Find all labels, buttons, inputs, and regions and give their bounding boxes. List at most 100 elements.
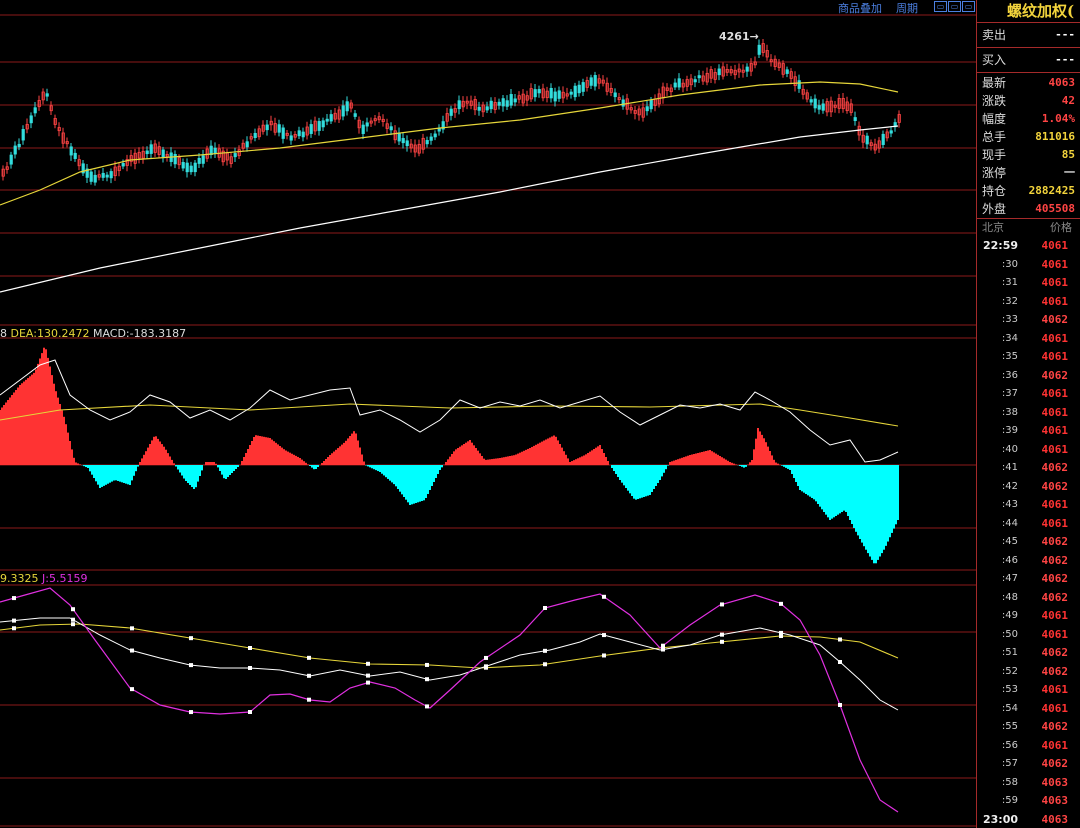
- tick-row[interactable]: :47 4062: [977, 570, 1080, 589]
- stat-row: 总手 811016: [977, 128, 1080, 146]
- candle-body: [29, 115, 33, 124]
- tick-row[interactable]: :56 4061: [977, 737, 1080, 756]
- kdj-point: [425, 662, 429, 667]
- kdj-point: [838, 637, 842, 642]
- tick-row[interactable]: :44 4061: [977, 515, 1080, 534]
- tick-row[interactable]: :48 4062: [977, 589, 1080, 608]
- kdj-point: [130, 687, 134, 692]
- tick-time: :54: [1001, 702, 1018, 714]
- kdj-point: [71, 622, 75, 627]
- candle-body: [173, 153, 177, 165]
- tick-row[interactable]: :45 4062: [977, 533, 1080, 552]
- candle-body: [321, 120, 325, 128]
- tick-time: :59: [1001, 795, 1018, 806]
- tick-time: :31: [1001, 277, 1018, 288]
- kdj-point: [720, 602, 724, 607]
- tick-row[interactable]: :54 4061: [977, 700, 1080, 719]
- candle-body: [9, 154, 13, 165]
- tick-price: 4062: [1041, 313, 1069, 326]
- tick-price: 4061: [1041, 738, 1069, 752]
- tick-row[interactable]: :38 4061: [977, 404, 1080, 423]
- tick-row[interactable]: :43 4061: [977, 496, 1080, 515]
- tick-row[interactable]: :53 4061: [977, 681, 1080, 700]
- kdj-point: [366, 680, 370, 685]
- ticks-header: 北京 价格: [977, 219, 1080, 237]
- candle-body: [817, 105, 821, 110]
- tick-row[interactable]: :31 4061: [977, 274, 1080, 293]
- ask-label: 卖出: [982, 28, 1007, 42]
- tick-row[interactable]: :59 4063: [977, 792, 1080, 811]
- kdj-point: [543, 606, 547, 610]
- tick-row[interactable]: :39 4061: [977, 422, 1080, 441]
- candle-body: [181, 162, 185, 169]
- tick-row[interactable]: :37 4061: [977, 385, 1080, 404]
- bid-value: ---: [1055, 53, 1075, 66]
- tick-row[interactable]: :35 4061: [977, 348, 1080, 367]
- tick-row[interactable]: :50 4061: [977, 626, 1080, 645]
- tick-price: 4061: [1041, 683, 1069, 696]
- stat-value: 85: [1061, 148, 1075, 161]
- tick-row[interactable]: :57 4062: [977, 755, 1080, 774]
- tick-row[interactable]: :36 4062: [977, 367, 1080, 386]
- candle-body: [33, 107, 37, 114]
- tick-price: 4061: [1041, 387, 1069, 400]
- kdj-point: [720, 639, 724, 644]
- tick-price: 4062: [1041, 461, 1069, 474]
- tick-price: 4061: [1041, 701, 1069, 715]
- tick-time: :41: [1001, 462, 1018, 473]
- stat-row: 最新 4063: [977, 74, 1080, 92]
- candle-body: [13, 145, 17, 155]
- tick-row[interactable]: :49 4061: [977, 607, 1080, 626]
- candle-body: [813, 98, 817, 109]
- candle-body: [401, 138, 405, 144]
- tick-price: 4061: [1041, 442, 1069, 456]
- candle-body: [209, 145, 213, 156]
- chart-canvas[interactable]: [0, 0, 976, 828]
- tick-row[interactable]: :34 4061: [977, 330, 1080, 349]
- tick-time: :48: [1001, 591, 1018, 603]
- tick-row[interactable]: :58 4063: [977, 774, 1080, 793]
- tick-row[interactable]: :52 4062: [977, 663, 1080, 682]
- kdj-point: [484, 665, 488, 670]
- tick-price: 4062: [1041, 720, 1069, 733]
- tick-row[interactable]: :55 4062: [977, 718, 1080, 737]
- tick-price: 4061: [1041, 405, 1069, 419]
- tick-row[interactable]: :33 4062: [977, 311, 1080, 330]
- tick-row[interactable]: :40 4061: [977, 441, 1080, 460]
- stat-row: 涨跌 42: [977, 92, 1080, 110]
- tick-row[interactable]: 23:00 4063: [977, 811, 1080, 828]
- kdj-point: [71, 607, 75, 612]
- overlay-link[interactable]: 商品叠加: [838, 0, 882, 16]
- kdj-point: [838, 703, 842, 707]
- tick-row[interactable]: :30 4061: [977, 256, 1080, 275]
- candle-body: [677, 78, 681, 88]
- period-link[interactable]: 周期: [896, 0, 918, 16]
- window-button-2[interactable]: ▭: [948, 1, 961, 12]
- bid-label: 买入: [982, 53, 1007, 67]
- stat-label: 涨跌: [982, 94, 1007, 108]
- stat-value: 4063: [1048, 76, 1076, 89]
- tick-row[interactable]: 22:59 4061: [977, 237, 1080, 256]
- ticks-list[interactable]: 22:59 4061:30 4061:31 4061:32 4061:33 4062:34…: [977, 237, 1080, 828]
- chart-area[interactable]: 商品叠加 周期 ▭ ▭ ▭ 4261→ 8 DEA:130.2472 MACD:…: [0, 0, 976, 828]
- window-button-1[interactable]: ▭: [934, 1, 947, 12]
- stat-label: 涨停: [982, 166, 1007, 180]
- candle-body: [797, 80, 801, 89]
- kdj-point: [779, 601, 783, 606]
- window-button-3[interactable]: ▭: [962, 1, 975, 12]
- tick-row[interactable]: :46 4062: [977, 552, 1080, 571]
- tick-row[interactable]: :42 4062: [977, 478, 1080, 497]
- kdj-point: [838, 660, 842, 664]
- tick-row[interactable]: :41 4062: [977, 459, 1080, 478]
- stat-value: 42: [1061, 94, 1075, 107]
- kdj-point: [189, 710, 193, 715]
- kdj-point: [307, 655, 311, 660]
- candle-body: [89, 171, 93, 182]
- candle-body: [301, 131, 305, 138]
- candle-body: [485, 106, 489, 111]
- tick-row[interactable]: :51 4062: [977, 644, 1080, 663]
- candle-body: [581, 82, 585, 92]
- candle-body: [185, 162, 189, 173]
- candle-body: [253, 132, 257, 138]
- tick-row[interactable]: :32 4061: [977, 293, 1080, 312]
